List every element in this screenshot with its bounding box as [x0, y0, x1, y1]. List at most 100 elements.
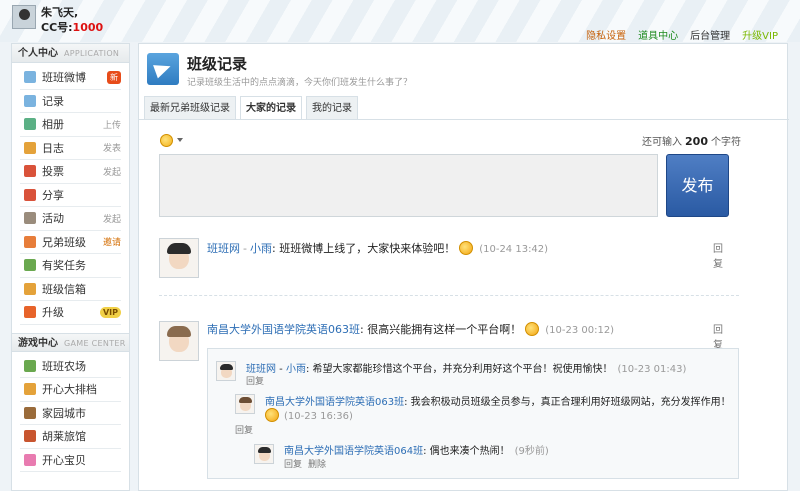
emoji-icon[interactable] [160, 134, 173, 147]
sidebar-item[interactable]: 活动 发起 [20, 207, 121, 231]
game-icon [24, 406, 36, 419]
game-item[interactable]: 开心宝贝 [20, 449, 121, 472]
emoji-icon [265, 408, 279, 422]
section-title: 游戏中心 [18, 337, 58, 349]
top-links: 隐私设置 道具中心 后台管理 升级VIP [586, 27, 778, 42]
reply-actions: 回复 [235, 423, 259, 436]
game-item[interactable]: 开心大排档 [20, 378, 121, 402]
sidebar-item-action[interactable]: 上传 [103, 118, 121, 131]
reply-link[interactable]: 回复 [235, 426, 253, 436]
sidebar-item-label: 班班微博 [42, 71, 86, 85]
sidebar-item[interactable]: 升级 VIP [20, 301, 121, 325]
reply-text: 南昌大学外国语学院英语064班: 偶也来凑个热闹！ (9秒前) [284, 446, 549, 457]
reply-time-row: (10-23 16:36) [265, 408, 353, 422]
cc-number: CC号:1000 [41, 19, 103, 35]
avatar[interactable] [216, 361, 236, 381]
privacy-settings-link[interactable]: 隐私设置 [586, 27, 626, 42]
game-item[interactable]: 家园城市 [20, 402, 121, 425]
reply-content: 我会积极动员班级全员参与，真正合理利用好班级网站，充分发挥作用！ [410, 397, 731, 408]
char-remaining: 还可输入 200 个字符 [642, 133, 741, 148]
remaining-suffix: 个字符 [711, 137, 741, 148]
sidebar-item[interactable]: 记录 [20, 90, 121, 113]
reply-content: 希望大家都能珍惜这个平台，并充分利用好这个平台！祝使用愉快！ [312, 364, 613, 375]
sidebar-item-action: 邀请 [102, 238, 121, 249]
game-item-label: 班班农场 [42, 359, 86, 373]
user-name[interactable]: 朱飞天, [41, 4, 78, 20]
reply-author[interactable]: 南昌大学外国语学院英语063班 [265, 397, 404, 408]
sidebar-item[interactable]: 分享 [20, 184, 121, 207]
reply-time: (9秒前) [514, 446, 549, 457]
vip-badge: VIP [99, 306, 121, 318]
reply-link[interactable]: 回复 [284, 460, 302, 470]
game-item-label: 开心宝贝 [42, 453, 86, 467]
props-center-link[interactable]: 道具中心 [638, 27, 678, 42]
paper-plane-icon [147, 53, 179, 85]
game-icon [24, 453, 36, 466]
reply-link[interactable]: 回复 [713, 321, 723, 351]
sidebar-item[interactable]: 相册 上传 [20, 113, 121, 137]
menu-icon [24, 282, 36, 295]
menu-icon [24, 235, 36, 248]
reply-text: 南昌大学外国语学院英语063班: 我会积极动员班级全员参与，真正合理利用好班级网… [265, 397, 731, 408]
sidebar-item-label: 班级信箱 [42, 282, 86, 296]
game-icon [24, 383, 36, 396]
publish-button[interactable]: 发布 [666, 154, 729, 217]
sidebar-item-label: 有奖任务 [42, 259, 86, 273]
sidebar-item[interactable]: 投票 发起 [20, 160, 121, 184]
avatar[interactable] [159, 238, 199, 278]
sidebar-item[interactable]: 班班微博 新 [20, 66, 121, 90]
tab-brother-class-records[interactable]: 最新兄弟班级记录 [144, 96, 236, 119]
avatar[interactable] [235, 394, 255, 414]
sidebar: 个人中心 APPLICATION 班班微博新记录 相册 上传 日志 发表 投票 发起 分享 活动发… [11, 43, 130, 491]
sidebar-item[interactable]: 班级信箱 [20, 278, 121, 301]
post-text: 班班网 - 小雨: 班班微博上线了，大家快来体验吧！ (10-24 13:42) [207, 241, 549, 255]
menu-icon [24, 94, 36, 107]
avatar[interactable] [254, 444, 274, 464]
reply-link[interactable]: 回复 [713, 240, 723, 270]
post-content: 班班微博上线了，大家快来体验吧！ [279, 242, 456, 255]
tab-everyone-records[interactable]: 大家的记录 [240, 96, 302, 120]
sidebar-item-label: 兄弟班级 [42, 235, 86, 249]
sidebar-menu: 班班微博新记录相册 上传 日志 发表 投票 发起 分享活动 发起兄弟班级 邀请有奖任务班级信箱升… [12, 63, 129, 325]
reply-sub-author[interactable]: 小雨 [286, 364, 306, 375]
post-sub-author[interactable]: 小雨 [250, 242, 272, 255]
sidebar-item-action[interactable]: 发起 [103, 165, 121, 178]
menu-icon [24, 259, 36, 272]
section-subtitle: GAME CENTER [64, 338, 126, 348]
post-author[interactable]: 班班网 [207, 242, 240, 255]
page-subtitle: 记录班级生活中的点点滴滴，今天你们班发生什么事了？ [187, 78, 413, 88]
upgrade-vip-link[interactable]: 升级VIP [742, 27, 778, 42]
game-item-label: 开心大排档 [42, 383, 97, 397]
sidebar-item-label: 记录 [42, 94, 64, 108]
chevron-down-icon[interactable] [177, 138, 183, 142]
reply-link[interactable]: 回复 [246, 377, 264, 387]
top-bar: 朱飞天, CC号:1000 隐私设置 道具中心 后台管理 升级VIP [0, 0, 800, 42]
sidebar-item-action[interactable]: 发起 [103, 212, 121, 225]
post-author[interactable]: 南昌大学外国语学院英语063班 [207, 323, 360, 336]
game-icon [24, 430, 36, 443]
post-time: (10-23 00:12) [545, 325, 615, 336]
game-item[interactable]: 胡莱旅馆 [20, 425, 121, 449]
sidebar-item[interactable]: 日志 发表 [20, 137, 121, 160]
menu-icon [24, 118, 36, 131]
admin-link[interactable]: 后台管理 [690, 27, 730, 42]
menu-icon [24, 165, 36, 178]
post-content: 很高兴能拥有这样一个平台啊！ [367, 323, 522, 336]
sidebar-item[interactable]: 兄弟班级 邀请 [20, 231, 121, 254]
user-avatar[interactable] [12, 5, 36, 29]
cc-value: 1000 [72, 21, 104, 34]
sidebar-item[interactable]: 有奖任务 [20, 254, 121, 278]
sidebar-item-action[interactable]: 发表 [103, 141, 121, 154]
sidebar-item-label: 活动 [42, 212, 64, 226]
game-menu: 班班农场开心大排档家园城市 胡莱旅馆开心宝贝 [12, 352, 129, 472]
remaining-prefix: 还可输入 [642, 137, 683, 148]
game-item[interactable]: 班班农场 [20, 355, 121, 378]
reply-author[interactable]: 南昌大学外国语学院英语064班 [284, 446, 423, 457]
compose-textarea[interactable] [159, 154, 658, 217]
smiley-icon [459, 241, 474, 255]
avatar[interactable] [159, 321, 199, 361]
delete-link[interactable]: 删除 [308, 460, 326, 470]
section-subtitle: APPLICATION [64, 49, 120, 58]
game-icon [24, 359, 36, 372]
tab-my-records[interactable]: 我的记录 [306, 96, 358, 119]
